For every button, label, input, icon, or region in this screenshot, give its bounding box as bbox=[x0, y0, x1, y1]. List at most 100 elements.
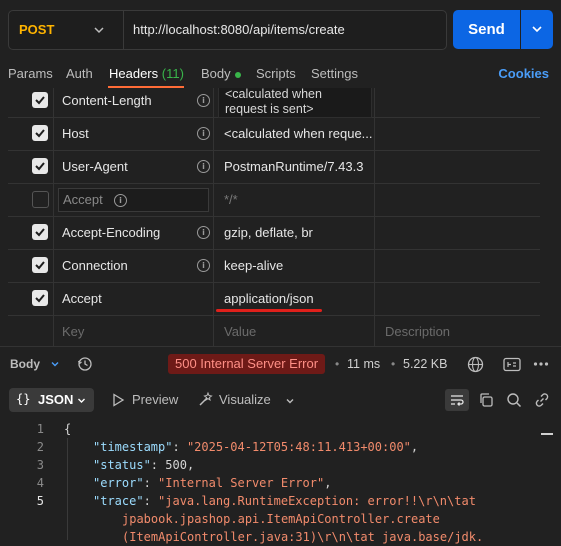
row-checkbox[interactable] bbox=[32, 290, 48, 306]
chevron-down-icon[interactable] bbox=[284, 395, 296, 407]
header-value[interactable]: keep-alive bbox=[224, 249, 372, 282]
history-icon[interactable] bbox=[77, 356, 93, 372]
json-value: "java.lang.RuntimeException: error!!\r\n… bbox=[158, 494, 476, 508]
info-icon: i bbox=[197, 94, 210, 107]
json-value: 500 bbox=[165, 458, 187, 472]
tab-visualize[interactable]: Visualize bbox=[219, 393, 271, 407]
response-body-dropdown[interactable]: Body bbox=[10, 357, 40, 371]
header-key[interactable]: Accept bbox=[62, 282, 102, 315]
header-description[interactable] bbox=[375, 88, 540, 117]
table-row: Host i <calculated when reque... bbox=[8, 117, 540, 151]
tab-settings[interactable]: Settings bbox=[311, 66, 358, 82]
header-description[interactable] bbox=[375, 183, 540, 216]
copy-icon bbox=[480, 393, 493, 407]
line-number: 1 bbox=[36, 422, 44, 436]
visualize-icon bbox=[199, 391, 213, 406]
search-button[interactable] bbox=[502, 389, 526, 411]
chevron-down-icon[interactable] bbox=[49, 358, 61, 370]
line-number: 3 bbox=[36, 458, 44, 472]
tab-auth[interactable]: Auth bbox=[66, 66, 93, 82]
table-row: Content-Length i <calculated when request … bbox=[8, 88, 540, 118]
new-description-input[interactable]: Description bbox=[385, 315, 533, 346]
new-value-input[interactable]: Value bbox=[224, 315, 372, 346]
header-key[interactable]: Accept-Encoding bbox=[62, 216, 160, 249]
header-value[interactable]: <calculated when reque... bbox=[224, 117, 372, 150]
status-badge[interactable]: 500 Internal Server Error bbox=[168, 354, 326, 374]
response-body-code[interactable]: 1 { 2 "timestamp": "2025-04-12T05:48:11.… bbox=[0, 420, 561, 544]
line-number: 4 bbox=[36, 476, 44, 490]
check-icon bbox=[35, 129, 45, 138]
tab-body[interactable]: Body bbox=[201, 66, 241, 82]
check-icon bbox=[35, 294, 45, 303]
url-input[interactable]: http://localhost:8080/api/items/create bbox=[133, 11, 345, 49]
info-icon: i bbox=[197, 226, 210, 239]
link-button[interactable] bbox=[530, 389, 554, 411]
method-select[interactable]: POST bbox=[19, 11, 54, 49]
line-number: 2 bbox=[36, 440, 44, 454]
response-time[interactable]: 11 ms bbox=[347, 357, 380, 371]
separator-dot: • bbox=[391, 357, 396, 371]
header-value-line1: <calculated when bbox=[225, 88, 322, 101]
cookies-link[interactable]: Cookies bbox=[498, 66, 549, 82]
response-size[interactable]: 5.22 KB bbox=[403, 357, 447, 371]
header-value[interactable]: */* bbox=[224, 183, 372, 216]
table-row: Accept-Encoding i gzip, deflate, br bbox=[8, 216, 540, 250]
json-key: "status" bbox=[93, 458, 151, 472]
tab-params[interactable]: Params bbox=[8, 66, 53, 82]
save-response-icon[interactable] bbox=[503, 357, 521, 372]
divider bbox=[0, 346, 561, 347]
header-value[interactable]: <calculated when request is sent> bbox=[218, 88, 372, 118]
row-checkbox[interactable] bbox=[32, 92, 48, 108]
play-icon bbox=[113, 393, 125, 407]
header-value-line2: request is sent> bbox=[225, 102, 314, 116]
row-checkbox[interactable] bbox=[32, 257, 48, 273]
link-icon bbox=[535, 393, 549, 407]
info-icon: i bbox=[197, 160, 210, 173]
code-line: "timestamp": "2025-04-12T05:48:11.413+00… bbox=[93, 440, 419, 454]
header-description[interactable] bbox=[375, 216, 540, 249]
header-value[interactable]: gzip, deflate, br bbox=[224, 216, 372, 249]
format-dropdown[interactable]: {} JSON bbox=[9, 388, 94, 412]
header-key[interactable]: Connection bbox=[62, 249, 128, 282]
header-key[interactable]: User-Agent bbox=[62, 150, 128, 183]
send-options-button[interactable] bbox=[521, 10, 553, 49]
copy-button[interactable] bbox=[474, 389, 498, 411]
header-description[interactable] bbox=[375, 249, 540, 282]
divider bbox=[123, 11, 124, 49]
line-number: 5 bbox=[36, 494, 44, 508]
header-key-field[interactable]: Accept i bbox=[58, 188, 209, 212]
header-description[interactable] bbox=[375, 282, 540, 315]
header-value[interactable]: PostmanRuntime/7.43.3 bbox=[224, 150, 372, 183]
row-checkbox[interactable] bbox=[32, 158, 48, 174]
tab-scripts[interactable]: Scripts bbox=[256, 66, 296, 82]
scrollbar-thumb[interactable] bbox=[541, 433, 553, 435]
table-row: User-Agent i PostmanRuntime/7.43.3 bbox=[8, 150, 540, 184]
header-description[interactable] bbox=[375, 117, 540, 150]
header-key[interactable]: Host bbox=[62, 117, 89, 150]
header-key[interactable]: Content-Length bbox=[62, 88, 152, 117]
code-line-wrapped: jpabook.jpashop.api.ItemApiController.cr… bbox=[122, 512, 440, 526]
more-options-icon[interactable] bbox=[533, 360, 549, 368]
send-button[interactable]: Send bbox=[453, 10, 520, 49]
row-checkbox[interactable] bbox=[32, 224, 48, 240]
format-label: JSON bbox=[38, 392, 74, 407]
new-header-row: Key Value Description bbox=[8, 315, 540, 346]
new-key-input[interactable]: Key bbox=[62, 315, 84, 346]
check-icon bbox=[35, 96, 45, 105]
header-description[interactable] bbox=[375, 150, 540, 183]
chevron-down-icon bbox=[78, 398, 85, 403]
row-checkbox[interactable] bbox=[32, 125, 48, 141]
tab-preview[interactable]: Preview bbox=[132, 393, 178, 407]
wrap-lines-button[interactable] bbox=[445, 389, 469, 411]
row-checkbox[interactable] bbox=[32, 191, 49, 208]
code-line-wrapped: (ItemApiController.java:31)\r\n\tat java… bbox=[122, 530, 484, 544]
chevron-down-icon[interactable] bbox=[91, 22, 107, 38]
json-value: "Internal Server Error" bbox=[158, 476, 325, 490]
globe-icon[interactable] bbox=[467, 356, 484, 373]
code-line: "error": "Internal Server Error", bbox=[93, 476, 332, 490]
tab-body-label: Body bbox=[201, 66, 231, 81]
tab-headers[interactable]: Headers (11) bbox=[109, 66, 184, 82]
braces-icon: {} bbox=[16, 392, 31, 406]
info-icon: i bbox=[114, 194, 127, 207]
table-row: Accept i */* bbox=[8, 183, 540, 217]
